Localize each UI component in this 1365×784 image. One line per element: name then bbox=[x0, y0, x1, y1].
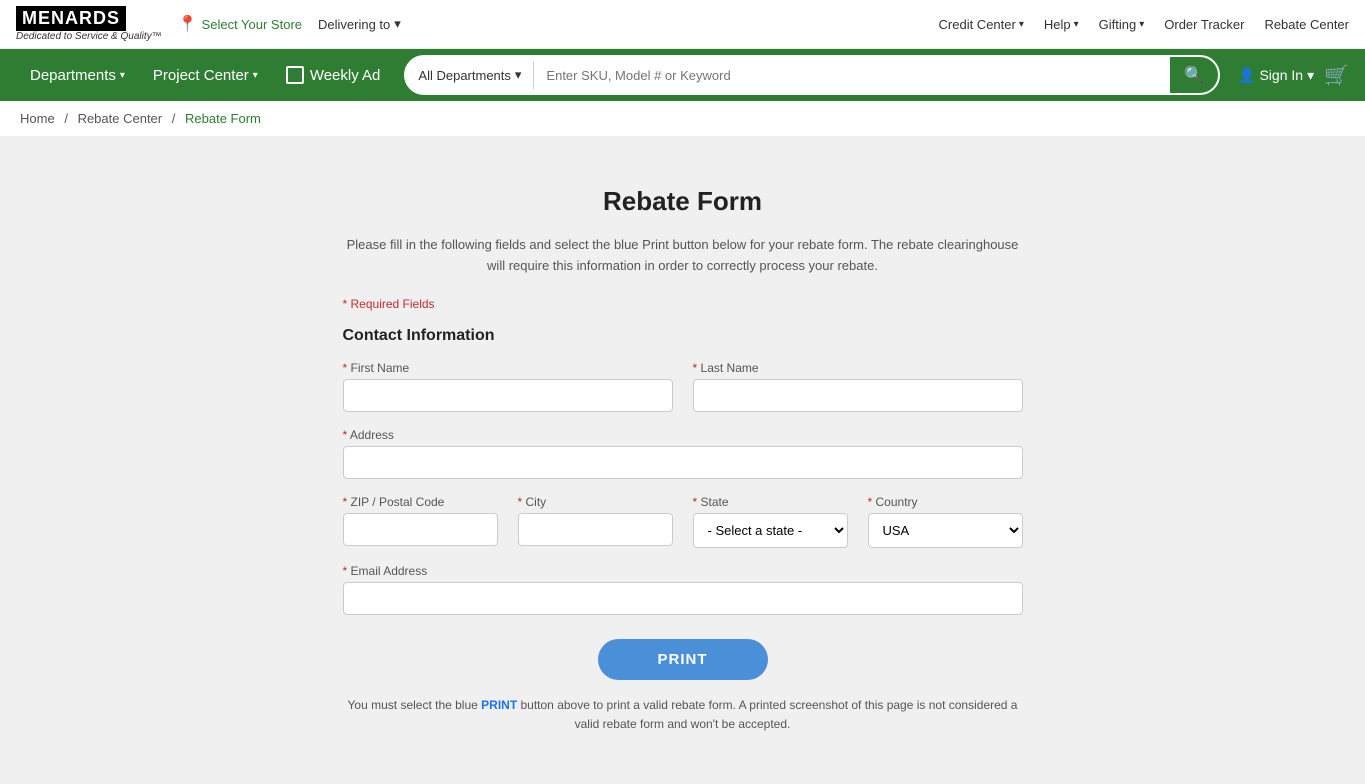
project-center-label: Project Center bbox=[153, 67, 249, 84]
top-bar-right: Credit Center ▾ Help ▾ Gifting ▾ Order T… bbox=[939, 17, 1349, 32]
sign-in[interactable]: 👤 Sign In ▾ bbox=[1238, 67, 1314, 84]
breadcrumb-separator-2: / bbox=[172, 111, 176, 126]
city-label: * City bbox=[518, 495, 673, 509]
name-row: * First Name * Last Name bbox=[343, 361, 1023, 412]
project-center-chevron: ▾ bbox=[253, 70, 258, 81]
state-select[interactable]: - Select a state - bbox=[693, 513, 848, 548]
last-name-label: * Last Name bbox=[693, 361, 1023, 375]
order-tracker-link[interactable]: Order Tracker bbox=[1164, 17, 1244, 32]
store-select-label: Select Your Store bbox=[202, 17, 302, 32]
address-label: * Address bbox=[343, 428, 1023, 442]
logo-tagline: Dedicated to Service & Quality™ bbox=[16, 31, 162, 42]
rebate-center-label: Rebate Center bbox=[1264, 17, 1349, 32]
search-input[interactable] bbox=[534, 62, 1170, 89]
form-title: Rebate Form bbox=[343, 186, 1023, 217]
breadcrumb: Home / Rebate Center / Rebate Form bbox=[0, 101, 1365, 136]
weekly-ad-label: Weekly Ad bbox=[310, 67, 381, 84]
search-dept-label: All Departments bbox=[418, 68, 510, 83]
chevron-icon: ▾ bbox=[1139, 19, 1144, 30]
delivering-to[interactable]: Delivering to ▾ bbox=[318, 16, 401, 32]
gifting-link[interactable]: Gifting ▾ bbox=[1099, 17, 1145, 32]
order-tracker-label: Order Tracker bbox=[1164, 17, 1244, 32]
last-name-input[interactable] bbox=[693, 379, 1023, 412]
last-name-group: * Last Name bbox=[693, 361, 1023, 412]
email-label: * Email Address bbox=[343, 564, 1023, 578]
nav-bar: Departments ▾ Project Center ▾ Weekly Ad… bbox=[0, 49, 1365, 101]
credit-center-link[interactable]: Credit Center ▾ bbox=[939, 17, 1024, 32]
search-department-dropdown[interactable]: All Departments ▾ bbox=[406, 61, 534, 89]
country-select[interactable]: USA bbox=[868, 513, 1023, 548]
pin-icon: 📍 bbox=[178, 14, 198, 34]
section-title: Contact Information bbox=[343, 327, 1023, 345]
email-input[interactable] bbox=[343, 582, 1023, 615]
chevron-down-icon: ▾ bbox=[394, 16, 401, 32]
print-button[interactable]: PRINT bbox=[598, 639, 768, 680]
city-input[interactable] bbox=[518, 513, 673, 546]
search-bar: All Departments ▾ 🔍 bbox=[404, 55, 1220, 95]
address-row: * Address bbox=[343, 428, 1023, 479]
main-content: Rebate Form Please fill in the following… bbox=[0, 136, 1365, 784]
country-group: * Country USA bbox=[868, 495, 1023, 548]
print-note: You must select the blue PRINT button ab… bbox=[343, 696, 1023, 734]
breadcrumb-separator-1: / bbox=[64, 111, 68, 126]
departments-chevron: ▾ bbox=[120, 70, 125, 81]
logo-area: MENARDS Dedicated to Service & Quality™ bbox=[16, 6, 162, 42]
chevron-icon: ▾ bbox=[1074, 19, 1079, 30]
weekly-ad-icon bbox=[286, 66, 304, 84]
form-description: Please fill in the following fields and … bbox=[343, 235, 1023, 277]
required-note: * Required Fields bbox=[343, 297, 1023, 311]
email-row: * Email Address bbox=[343, 564, 1023, 615]
location-row: * ZIP / Postal Code * City * State - Sel… bbox=[343, 495, 1023, 548]
credit-center-label: Credit Center bbox=[939, 17, 1016, 32]
departments-label: Departments bbox=[30, 67, 116, 84]
gifting-label: Gifting bbox=[1099, 17, 1137, 32]
help-label: Help bbox=[1044, 17, 1071, 32]
email-group: * Email Address bbox=[343, 564, 1023, 615]
help-link[interactable]: Help ▾ bbox=[1044, 17, 1079, 32]
user-icon: 👤 bbox=[1238, 67, 1255, 84]
state-label: * State bbox=[693, 495, 848, 509]
chevron-icon: ▾ bbox=[1019, 19, 1024, 30]
cart-icon[interactable]: 🛒 bbox=[1324, 63, 1349, 88]
nav-departments[interactable]: Departments ▾ bbox=[16, 55, 139, 96]
delivering-label: Delivering to bbox=[318, 17, 390, 32]
sign-in-label: Sign In bbox=[1259, 67, 1303, 83]
nav-weekly-ad[interactable]: Weekly Ad bbox=[272, 54, 395, 96]
first-name-label: * First Name bbox=[343, 361, 673, 375]
state-group: * State - Select a state - bbox=[693, 495, 848, 548]
top-bar-left: MENARDS Dedicated to Service & Quality™ … bbox=[16, 6, 401, 42]
zip-group: * ZIP / Postal Code bbox=[343, 495, 498, 548]
zip-label: * ZIP / Postal Code bbox=[343, 495, 498, 509]
breadcrumb-home[interactable]: Home bbox=[20, 111, 55, 126]
logo: MENARDS bbox=[16, 6, 126, 31]
address-group: * Address bbox=[343, 428, 1023, 479]
city-group: * City bbox=[518, 495, 673, 548]
address-input[interactable] bbox=[343, 446, 1023, 479]
search-button[interactable]: 🔍 bbox=[1170, 57, 1218, 93]
breadcrumb-rebate-center[interactable]: Rebate Center bbox=[78, 111, 163, 126]
zip-input[interactable] bbox=[343, 513, 498, 546]
breadcrumb-current: Rebate Form bbox=[185, 111, 261, 126]
form-container: Rebate Form Please fill in the following… bbox=[303, 156, 1063, 764]
nav-project-center[interactable]: Project Center ▾ bbox=[139, 55, 272, 96]
nav-right: 👤 Sign In ▾ 🛒 bbox=[1238, 63, 1349, 88]
store-select[interactable]: 📍 Select Your Store bbox=[178, 14, 302, 34]
rebate-center-link[interactable]: Rebate Center bbox=[1264, 17, 1349, 32]
search-dept-chevron: ▾ bbox=[515, 67, 522, 83]
first-name-group: * First Name bbox=[343, 361, 673, 412]
country-label: * Country bbox=[868, 495, 1023, 509]
top-bar: MENARDS Dedicated to Service & Quality™ … bbox=[0, 0, 1365, 49]
first-name-input[interactable] bbox=[343, 379, 673, 412]
sign-in-chevron: ▾ bbox=[1307, 67, 1314, 84]
